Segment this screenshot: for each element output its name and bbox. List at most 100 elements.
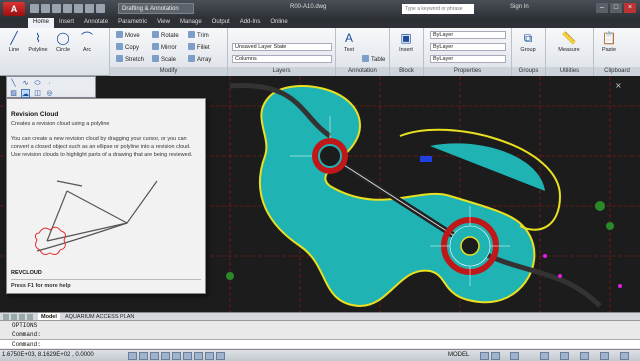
osnap-toggle-icon[interactable] [172, 352, 181, 360]
open-icon[interactable] [41, 4, 50, 13]
command-history-line: Command: [12, 331, 41, 338]
draw-panel-expanded: ╲ ∿ ⬭ · ▨ ☁ ◫ ◎ [6, 76, 96, 98]
table-tool[interactable]: Table [362, 55, 385, 63]
properties-panel-label[interactable]: Properties [424, 67, 511, 76]
insert-tool[interactable]: ▣ Insert [395, 30, 417, 53]
groups-panel-label[interactable]: Groups [512, 67, 545, 76]
ellipse-icon[interactable]: ⬭ [33, 79, 42, 88]
annotation-panel: A Text Table Annotation [336, 28, 390, 76]
clipboard-panel-label[interactable]: Clipboard [594, 67, 640, 76]
save-as-icon[interactable] [63, 4, 72, 13]
layer-state-combo[interactable]: Unsaved Layer State [232, 43, 332, 51]
tooltip-title: Revision Cloud [11, 111, 59, 118]
maximize-icon[interactable]: □ [610, 3, 622, 13]
new-icon[interactable] [30, 4, 39, 13]
otrack-toggle-icon[interactable] [183, 352, 192, 360]
lineweight-combo[interactable]: ByLayer [430, 55, 506, 63]
minimize-icon[interactable]: – [596, 3, 608, 13]
title-bar: A Drafting & Annotation R00-A10.dwg Sign… [0, 0, 640, 18]
paste-tool[interactable]: 📋 Paste [598, 30, 620, 53]
search-input[interactable] [402, 4, 474, 14]
spline-icon[interactable]: ∿ [21, 79, 30, 88]
workspace-switching-icon[interactable] [540, 352, 549, 360]
quick-view-layouts-icon[interactable] [480, 352, 489, 360]
circle-tool[interactable]: ◯ Circle [52, 30, 74, 53]
dyn-toggle-icon[interactable] [205, 352, 214, 360]
text-tool[interactable]: A Text [338, 30, 360, 53]
line-tool[interactable]: ╱ Line [3, 30, 25, 53]
workspace-switcher[interactable]: Drafting & Annotation [118, 3, 194, 14]
revision-cloud-icon[interactable]: ☁ [21, 89, 30, 98]
modify-panel-label[interactable]: Modify [110, 67, 227, 76]
quick-view-drawings-icon[interactable] [491, 352, 500, 360]
isolate-objects-icon[interactable] [600, 352, 609, 360]
table-icon [362, 55, 369, 62]
point-icon[interactable]: · [45, 79, 54, 88]
tab-annotate[interactable]: Annotate [79, 18, 113, 28]
circle-icon: ◯ [56, 31, 70, 45]
group-icon: ⧉ [523, 31, 533, 45]
tab-parametric[interactable]: Parametric [113, 18, 152, 28]
arc-tool[interactable]: ⌒ Arc [76, 30, 98, 53]
region-icon[interactable]: ◫ [33, 89, 42, 98]
color-combo[interactable]: ByLayer [430, 31, 506, 39]
lock-icon[interactable] [560, 352, 569, 360]
clean-screen-icon[interactable] [620, 352, 629, 360]
print-icon[interactable] [74, 4, 83, 13]
ducs-toggle-icon[interactable] [194, 352, 203, 360]
draw-panel: ╱ Line ⌇ Polyline ◯ Circle ⌒ Arc [0, 28, 110, 76]
tab-home[interactable]: Home [28, 18, 55, 28]
construction-line-icon[interactable]: ╲ [9, 79, 18, 88]
polar-toggle-icon[interactable] [161, 352, 170, 360]
tab-online[interactable]: Online [265, 18, 292, 28]
command-history-line: OPTIONS [12, 322, 38, 329]
rotate-icon [152, 31, 159, 38]
command-input[interactable]: Command: [0, 339, 640, 348]
move-tool[interactable]: Move [116, 31, 140, 39]
trim-tool[interactable]: Trim [188, 31, 209, 39]
layers-panel-label[interactable]: Layers [228, 67, 335, 76]
annotation-scale-icon[interactable] [510, 352, 519, 360]
arc-icon: ⌒ [80, 31, 93, 45]
hatch-icon[interactable]: ▨ [9, 89, 18, 98]
tab-insert[interactable]: Insert [54, 18, 79, 28]
snap-toggle-icon[interactable] [128, 352, 137, 360]
block-panel-label[interactable]: Block [390, 67, 423, 76]
undo-icon[interactable] [85, 4, 94, 13]
save-icon[interactable] [52, 4, 61, 13]
scale-tool[interactable]: Scale [152, 55, 176, 63]
tab-output[interactable]: Output [207, 18, 235, 28]
array-tool[interactable]: Array [188, 55, 211, 63]
model-space-indicator[interactable]: MODEL [448, 352, 469, 358]
polyline-tool[interactable]: ⌇ Polyline [27, 30, 49, 53]
tab-manage[interactable]: Manage [175, 18, 207, 28]
paste-icon: 📋 [601, 31, 617, 45]
grid-toggle-icon[interactable] [139, 352, 148, 360]
stretch-tool[interactable]: Stretch [116, 55, 144, 63]
donut-icon[interactable]: ◎ [45, 89, 54, 98]
redo-icon[interactable] [96, 4, 105, 13]
ortho-toggle-icon[interactable] [150, 352, 159, 360]
measure-icon: 📏 [561, 31, 577, 45]
group-tool[interactable]: ⧉ Group [517, 30, 539, 53]
rotate-tool[interactable]: Rotate [152, 31, 179, 39]
polyline-icon: ⌇ [35, 31, 41, 45]
ribbon: ╱ Line ⌇ Polyline ◯ Circle ⌒ Arc Move Rotate… [0, 28, 640, 76]
insert-block-icon: ▣ [400, 31, 412, 45]
application-menu-button[interactable]: A [3, 2, 25, 16]
close-icon[interactable]: × [624, 3, 636, 13]
tab-add-ins[interactable]: Add-Ins [235, 18, 266, 28]
hardware-acceleration-icon[interactable] [580, 352, 589, 360]
current-layer-combo[interactable]: Columns [232, 55, 332, 63]
utilities-panel-label[interactable]: Utilities [546, 67, 593, 76]
fillet-tool[interactable]: Fillet [188, 43, 210, 51]
tab-view[interactable]: View [152, 18, 175, 28]
lineweight-toggle-icon[interactable] [216, 352, 225, 360]
copy-tool[interactable]: Copy [116, 43, 139, 51]
annotation-panel-label[interactable]: Annotation [336, 67, 389, 76]
mirror-tool[interactable]: Mirror [152, 43, 177, 51]
linetype-combo[interactable]: ByLayer [430, 43, 506, 51]
measure-tool[interactable]: 📏 Measure [558, 30, 580, 53]
sign-in-link[interactable]: Sign In [510, 4, 529, 10]
text-icon: A [344, 31, 353, 45]
